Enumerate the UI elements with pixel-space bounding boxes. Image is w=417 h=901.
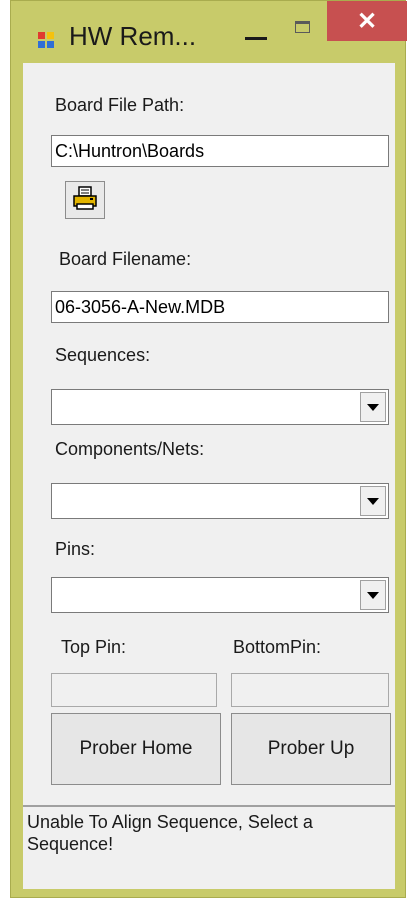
app-window: HW Rem... ✕ Board File Path: C:\Huntron\… — [10, 0, 407, 898]
status-separator — [23, 805, 395, 807]
close-button[interactable]: ✕ — [327, 1, 407, 41]
prober-up-button[interactable]: Prober Up — [231, 713, 391, 785]
board-filename-label: Board Filename: — [59, 249, 192, 269]
chevron-down-icon[interactable] — [360, 392, 386, 422]
minimize-icon[interactable] — [239, 15, 273, 49]
board-filename-input[interactable]: 06-3056-A-New.MDB — [51, 291, 389, 323]
chevron-down-icon[interactable] — [360, 580, 386, 610]
close-icon: ✕ — [356, 7, 378, 35]
status-message: Unable To Align Sequence, Select a Seque… — [27, 812, 313, 854]
prober-home-button[interactable]: Prober Home — [51, 713, 221, 785]
components-nets-label: Components/Nets: — [55, 439, 205, 459]
browse-button[interactable] — [65, 181, 105, 219]
pins-dropdown[interactable] — [51, 577, 389, 613]
board-file-path-label: Board File Path: — [55, 95, 185, 115]
sequences-dropdown[interactable] — [51, 389, 389, 425]
board-file-path-input[interactable]: C:\Huntron\Boards — [51, 135, 389, 167]
top-pin-label: Top Pin: — [61, 637, 127, 657]
maximize-icon[interactable] — [283, 11, 313, 41]
pins-label: Pins: — [55, 539, 96, 559]
top-pin-field — [51, 673, 217, 707]
window-title: HW Rem... — [69, 21, 197, 51]
bottom-pin-label: BottomPin: — [233, 637, 322, 657]
app-icon — [37, 31, 55, 49]
client-area: Board File Path: C:\Huntron\Boards Board… — [23, 63, 395, 889]
components-nets-dropdown[interactable] — [51, 483, 389, 519]
sequences-label: Sequences: — [55, 345, 151, 365]
printer-icon — [72, 185, 98, 216]
chevron-down-icon[interactable] — [360, 486, 386, 516]
title-bar[interactable]: HW Rem... ✕ — [11, 1, 407, 63]
bottom-pin-field — [231, 673, 389, 707]
